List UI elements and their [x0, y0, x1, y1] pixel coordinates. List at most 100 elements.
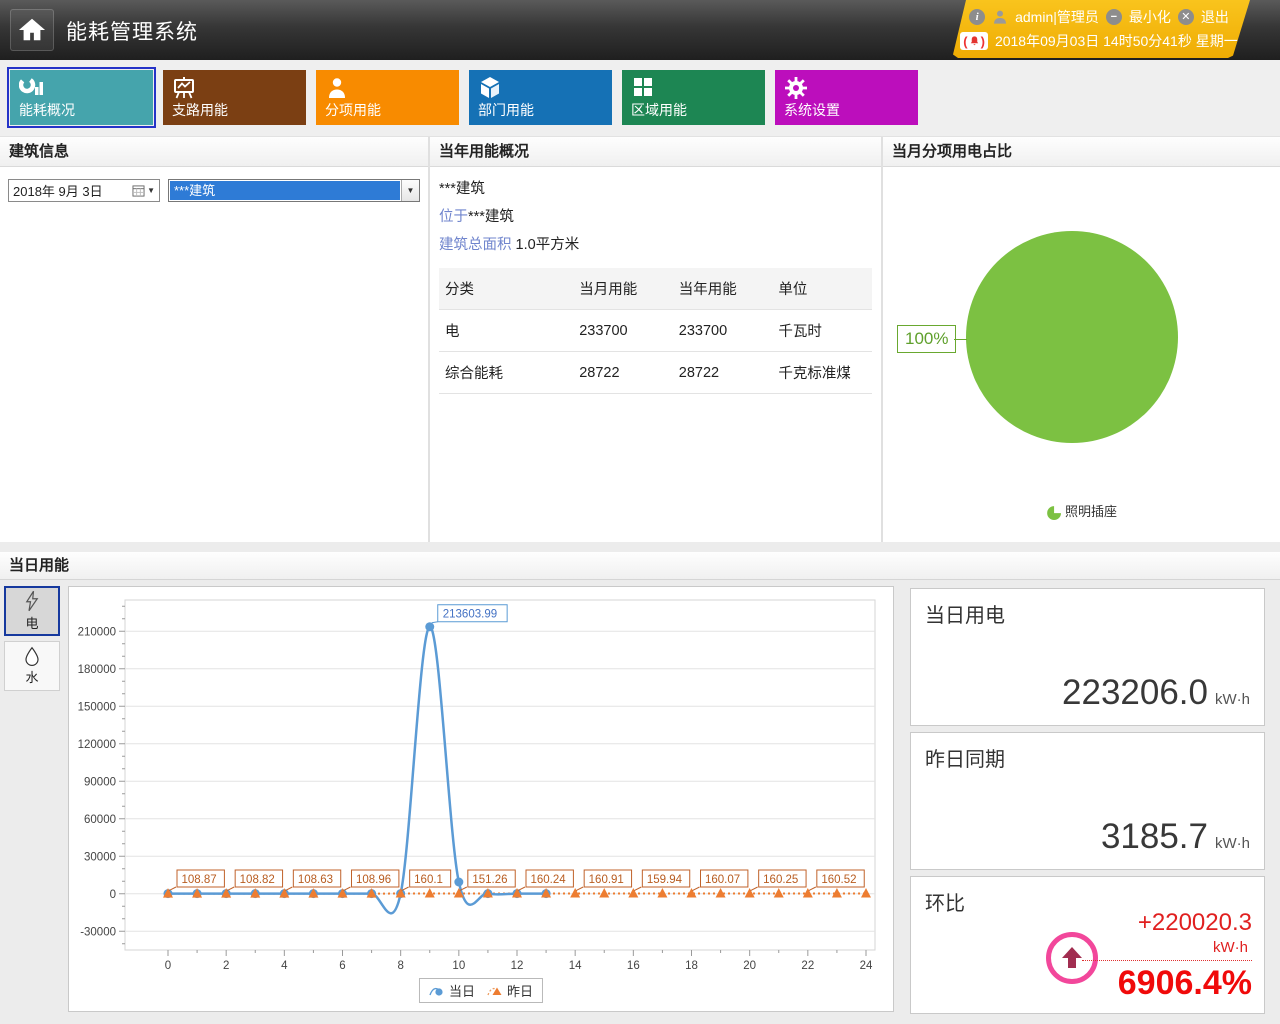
svg-text:160.91: 160.91 — [589, 874, 624, 886]
svg-text:150000: 150000 — [78, 701, 116, 713]
date-picker[interactable]: 2018年 9月 3日 ▼ — [8, 179, 160, 202]
nav-department-energy[interactable]: 部门用能 — [469, 70, 612, 125]
pie-percent-label: 100% — [897, 325, 956, 353]
home-icon — [18, 17, 46, 43]
home-button[interactable] — [10, 9, 54, 51]
svg-text:151.26: 151.26 — [472, 874, 507, 886]
toggle-water[interactable]: 水 — [4, 641, 60, 691]
calendar-icon — [132, 185, 145, 197]
nav-branch-energy[interactable]: 支路用能 — [163, 70, 306, 125]
svg-text:159.94: 159.94 — [647, 874, 683, 886]
minimize-icon[interactable]: − — [1106, 9, 1122, 25]
building-info-panel: 建筑信息 2018年 9月 3日 ▼ ***建筑 ▼ — [0, 137, 430, 542]
svg-text:10: 10 — [452, 960, 465, 972]
user-name: admin|管理员 — [1015, 7, 1099, 27]
nav-subitem-energy[interactable]: 分项用能 — [316, 70, 459, 125]
location-link[interactable]: 位于 — [439, 209, 468, 225]
svg-text:108.87: 108.87 — [182, 874, 217, 886]
ratio-unit: kW·h — [1082, 939, 1248, 956]
close-icon[interactable]: ✕ — [1178, 9, 1194, 25]
col-unit: 单位 — [772, 268, 872, 310]
svg-text:160.24: 160.24 — [531, 874, 567, 886]
svg-text:160.25: 160.25 — [763, 874, 798, 886]
building-select[interactable]: ***建筑 ▼ — [168, 179, 420, 202]
legend-today[interactable]: 当日 — [429, 981, 475, 1000]
building-name: ***建筑 — [439, 177, 872, 198]
svg-text:108.96: 108.96 — [356, 874, 391, 886]
svg-text:0: 0 — [165, 960, 171, 972]
card-unit: kW·h — [1215, 691, 1250, 708]
card-title: 当日用电 — [925, 599, 1250, 628]
stats-column: 当日用电 223206.0kW·h 昨日同期 3185.7kW·h 环比 +22… — [900, 586, 1272, 1016]
chart-legend[interactable]: 当日 昨日 — [419, 978, 543, 1003]
svg-text:16: 16 — [627, 960, 640, 972]
lightning-icon — [23, 590, 41, 612]
gear-icon — [784, 76, 808, 100]
svg-text:8: 8 — [397, 960, 403, 972]
pie-panel: 当月分项用电占比 100% 照明插座 — [883, 137, 1280, 542]
svg-text:160.52: 160.52 — [821, 874, 856, 886]
nav-system-settings[interactable]: 系统设置 — [775, 70, 918, 125]
datetime-text: 2018年09月03日 14时50分41秒 星期一 — [995, 31, 1238, 51]
svg-text:108.63: 108.63 — [298, 874, 333, 886]
medium-toggle-column: 电 水 — [4, 586, 62, 1016]
divider — [0, 542, 1280, 552]
daily-usage-chart: -300000300006000090000120000150000180000… — [69, 587, 893, 983]
alarm-bell-icon[interactable]: () — [960, 32, 988, 50]
svg-text:12: 12 — [511, 960, 524, 972]
area-link[interactable]: 建筑总面积 — [439, 237, 512, 253]
daily-section-title: 当日用能 — [0, 552, 1280, 580]
svg-text:14: 14 — [569, 960, 582, 972]
date-dropdown-arrow-icon: ▼ — [147, 186, 155, 195]
svg-text:120000: 120000 — [78, 739, 116, 751]
ratio-percent: 6906.4% — [1082, 964, 1252, 1003]
col-year: 当年用能 — [673, 268, 773, 310]
svg-text:30000: 30000 — [84, 851, 116, 863]
ring-ratio-card: 环比 +220020.3 kW·h 6906.4% — [910, 876, 1265, 1014]
nav-energy-overview[interactable]: 能耗概况 — [10, 70, 153, 125]
cube-icon — [478, 76, 502, 100]
building-select-value: ***建筑 — [170, 181, 400, 200]
legend-yesterday[interactable]: 昨日 — [487, 981, 533, 1000]
ratio-delta: +220020.3 — [1082, 909, 1252, 937]
yesterday-same-period-card: 昨日同期 3185.7kW·h — [910, 732, 1265, 870]
daily-section: 电 水 -30000030000600009000012000015000018… — [0, 580, 1280, 1024]
today-series-icon — [429, 985, 446, 998]
grid-squares-icon — [631, 76, 655, 100]
pie-wedge-icon — [1046, 505, 1061, 520]
table-row: 电 233700 233700 千瓦时 — [439, 310, 872, 352]
svg-text:180000: 180000 — [78, 664, 116, 676]
app-title: 能耗管理系统 — [66, 16, 198, 46]
select-dropdown-arrow-icon[interactable]: ▼ — [401, 180, 419, 201]
col-month: 当月用能 — [573, 268, 673, 310]
top-bar: 能耗管理系统 i admin|管理员 − 最小化 ✕ 退出 () 2018年09… — [0, 0, 1280, 60]
col-category: 分类 — [439, 268, 573, 310]
building-info-title: 建筑信息 — [0, 137, 428, 167]
info-icon[interactable]: i — [969, 9, 985, 25]
minimize-label[interactable]: 最小化 — [1129, 7, 1171, 27]
svg-text:160.1: 160.1 — [414, 874, 443, 886]
pie-legend-label: 照明插座 — [1065, 504, 1117, 519]
card-value: 3185.7 — [1101, 817, 1208, 857]
ratio-separator — [1082, 960, 1252, 961]
svg-text:18: 18 — [685, 960, 698, 972]
svg-text:6: 6 — [339, 960, 345, 972]
svg-text:108.82: 108.82 — [240, 874, 275, 886]
svg-text:24: 24 — [860, 960, 873, 972]
card-unit: kW·h — [1215, 835, 1250, 852]
pie-chart — [966, 231, 1178, 443]
pie-panel-title: 当月分项用电占比 — [883, 137, 1280, 167]
svg-text:20: 20 — [743, 960, 756, 972]
svg-text:160.07: 160.07 — [705, 874, 740, 886]
nav-area-energy[interactable]: 区域用能 — [622, 70, 765, 125]
table-row: 综合能耗 28722 28722 千克标准煤 — [439, 352, 872, 394]
svg-text:-30000: -30000 — [80, 926, 116, 938]
svg-text:2: 2 — [223, 960, 229, 972]
yesterday-series-icon — [487, 985, 504, 998]
donut-chart-icon — [19, 76, 43, 98]
easel-chart-icon — [172, 76, 196, 100]
toggle-electricity[interactable]: 电 — [4, 586, 60, 636]
svg-text:0: 0 — [110, 889, 116, 901]
today-electricity-card: 当日用电 223206.0kW·h — [910, 588, 1265, 726]
exit-label[interactable]: 退出 — [1201, 7, 1229, 27]
